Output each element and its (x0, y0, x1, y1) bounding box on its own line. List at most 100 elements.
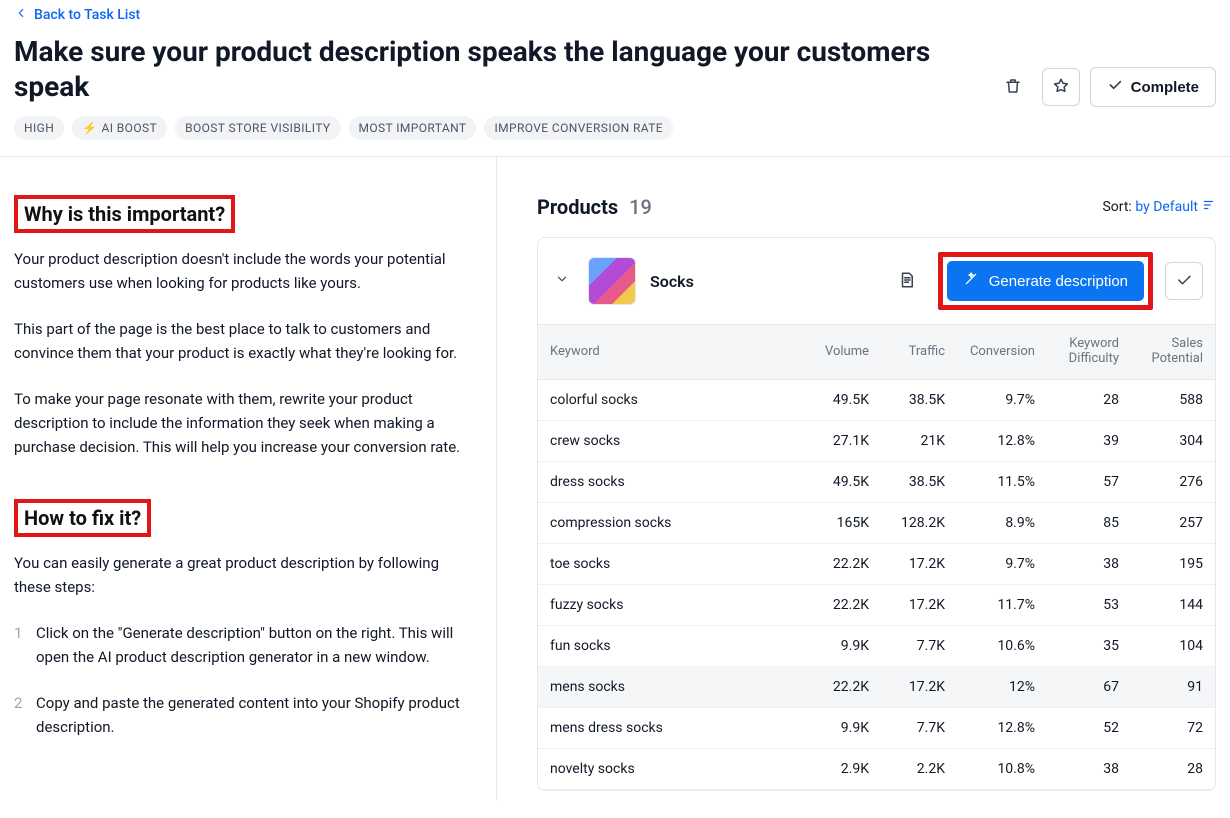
table-row[interactable]: novelty socks2.9K2.2K10.8%3828 (538, 749, 1215, 790)
note-icon (898, 271, 916, 292)
table-header: Keyword Volume Traffic Conversion Keywor… (538, 324, 1215, 380)
col-keyword-difficulty: KeywordDifficulty (1035, 337, 1119, 367)
cell-volume: 165K (793, 515, 869, 531)
tag-label: HIGH (24, 121, 54, 135)
product-card: Socks Ge (537, 237, 1216, 791)
why-paragraph-3: To make your page resonate with them, re… (14, 387, 474, 459)
cell-conversion: 9.7% (945, 392, 1035, 408)
sort-control: Sort: by Default (1102, 198, 1216, 216)
cell-conversion: 10.6% (945, 638, 1035, 654)
step-item: Copy and paste the generated content int… (14, 691, 474, 739)
cell-sales-potential: 104 (1119, 638, 1203, 654)
cell-conversion: 11.5% (945, 474, 1035, 490)
tag: ⚡AI BOOST (72, 116, 167, 140)
tag: IMPROVE CONVERSION RATE (484, 116, 673, 140)
cell-keyword-difficulty: 52 (1035, 720, 1119, 736)
cell-sales-potential: 304 (1119, 433, 1203, 449)
tag-label: IMPROVE CONVERSION RATE (494, 121, 663, 135)
cell-volume: 9.9K (793, 720, 869, 736)
products-heading: Products (537, 195, 618, 219)
cell-conversion: 12.8% (945, 433, 1035, 449)
table-row[interactable]: toe socks22.2K17.2K9.7%38195 (538, 544, 1215, 585)
step-item: Click on the "Generate description" butt… (14, 621, 474, 669)
tag: MOST IMPORTANT (349, 116, 477, 140)
sort-by-button[interactable]: by Default (1135, 198, 1216, 216)
view-notes-button[interactable] (888, 262, 926, 300)
cell-sales-potential: 276 (1119, 474, 1203, 490)
back-link-label: Back to Task List (34, 7, 140, 23)
table-row[interactable]: mens socks22.2K17.2K12%6791 (538, 667, 1215, 708)
how-to-fix-heading: How to fix it? (24, 506, 141, 530)
table-row[interactable]: fuzzy socks22.2K17.2K11.7%53144 (538, 585, 1215, 626)
check-icon (1107, 77, 1123, 97)
annotation-highlight: Why is this important? (14, 195, 235, 233)
col-volume: Volume (793, 344, 869, 359)
cell-keyword-difficulty: 38 (1035, 556, 1119, 572)
cell-volume: 49.5K (793, 392, 869, 408)
annotation-highlight: Generate description (938, 252, 1153, 310)
cell-sales-potential: 91 (1119, 679, 1203, 695)
table-row[interactable]: dress socks49.5K38.5K11.5%57276 (538, 462, 1215, 503)
cell-keyword-difficulty: 28 (1035, 392, 1119, 408)
back-to-task-list-link[interactable]: Back to Task List (14, 6, 140, 24)
table-row[interactable]: mens dress socks9.9K7.7K12.8%5272 (538, 708, 1215, 749)
cell-conversion: 8.9% (945, 515, 1035, 531)
tag-label: MOST IMPORTANT (359, 121, 467, 135)
table-row[interactable]: crew socks27.1K21K12.8%39304 (538, 421, 1215, 462)
cell-traffic: 38.5K (869, 474, 945, 490)
tag-label: BOOST STORE VISIBILITY (185, 121, 330, 135)
sort-label: Sort: (1102, 199, 1131, 215)
cell-volume: 9.9K (793, 638, 869, 654)
steps-list: Click on the "Generate description" butt… (14, 621, 474, 739)
cell-keyword: fun socks (550, 638, 793, 654)
cell-keyword-difficulty: 39 (1035, 433, 1119, 449)
product-name: Socks (650, 272, 694, 291)
cell-traffic: 128.2K (869, 515, 945, 531)
cell-sales-potential: 144 (1119, 597, 1203, 613)
tag: HIGH (14, 116, 64, 140)
cell-keyword: novelty socks (550, 761, 793, 777)
star-icon (1052, 77, 1070, 98)
cell-traffic: 7.7K (869, 720, 945, 736)
page-title: Make sure your product description speak… (14, 34, 994, 104)
cell-sales-potential: 588 (1119, 392, 1203, 408)
magic-wand-icon (963, 271, 979, 291)
cell-traffic: 2.2K (869, 761, 945, 777)
cell-volume: 27.1K (793, 433, 869, 449)
cell-keyword-difficulty: 57 (1035, 474, 1119, 490)
cell-keyword: mens socks (550, 679, 793, 695)
collapse-toggle[interactable] (550, 269, 574, 293)
cell-volume: 49.5K (793, 474, 869, 490)
bolt-icon: ⚡ (82, 121, 97, 135)
table-row[interactable]: compression socks165K128.2K8.9%85257 (538, 503, 1215, 544)
cell-keyword: fuzzy socks (550, 597, 793, 613)
cell-keyword-difficulty: 38 (1035, 761, 1119, 777)
cell-traffic: 21K (869, 433, 945, 449)
cell-keyword: toe socks (550, 556, 793, 572)
generate-description-button[interactable]: Generate description (947, 261, 1144, 301)
why-paragraph-2: This part of the page is the best place … (14, 317, 474, 365)
trash-icon (1004, 77, 1022, 98)
delete-button[interactable] (994, 68, 1032, 106)
complete-label: Complete (1131, 79, 1199, 96)
cell-sales-potential: 72 (1119, 720, 1203, 736)
table-row[interactable]: fun socks9.9K7.7K10.6%35104 (538, 626, 1215, 667)
favorite-button[interactable] (1042, 68, 1080, 106)
complete-button[interactable]: Complete (1090, 67, 1216, 107)
product-thumbnail (588, 257, 636, 305)
table-row[interactable]: colorful socks49.5K38.5K9.7%28588 (538, 380, 1215, 421)
steps-intro: You can easily generate a great product … (14, 551, 474, 599)
col-sales-potential: SalesPotential (1119, 337, 1203, 367)
chevron-down-icon (555, 272, 569, 290)
cell-keyword: compression socks (550, 515, 793, 531)
cell-keyword-difficulty: 35 (1035, 638, 1119, 654)
tag: BOOST STORE VISIBILITY (175, 116, 340, 140)
cell-sales-potential: 28 (1119, 761, 1203, 777)
cell-conversion: 11.7% (945, 597, 1035, 613)
cell-keyword: colorful socks (550, 392, 793, 408)
why-paragraph-1: Your product description doesn't include… (14, 247, 474, 295)
cell-conversion: 12% (945, 679, 1035, 695)
mark-done-button[interactable] (1165, 262, 1203, 300)
cell-volume: 22.2K (793, 597, 869, 613)
arrow-left-icon (14, 6, 28, 24)
